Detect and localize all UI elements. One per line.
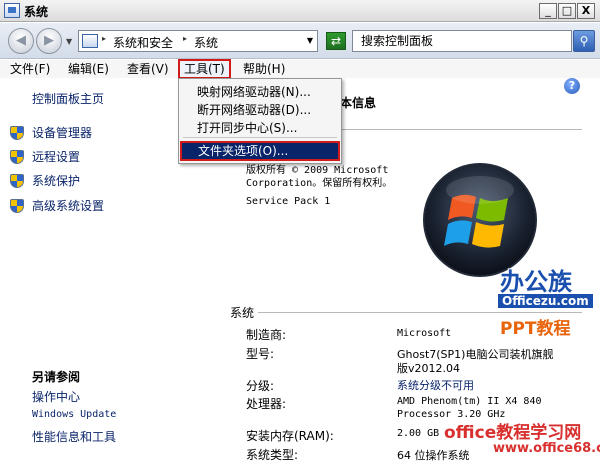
see-also-action-center[interactable]: 操作中心: [32, 388, 80, 405]
processor-value-line1: AMD Phenom(tm) II X4 840: [397, 396, 542, 407]
manufacturer-value: Microsoft: [397, 328, 452, 339]
navigation-bar: ◀ ▶ ▼ ▸ 系统和安全 ▸ 系统 ▼ ⇄ ⚲: [0, 23, 600, 59]
address-bar[interactable]: ▸ 系统和安全 ▸ 系统 ▼: [78, 30, 318, 52]
tools-dropdown-menu: 映射网络驱动器(N)... 断开网络驱动器(D)... 打开同步中心(S)...…: [178, 78, 342, 164]
model-label: 型号:: [246, 347, 275, 361]
divider: [342, 129, 582, 130]
control-panel-icon: [82, 34, 98, 48]
breadcrumb-separator-icon[interactable]: ▸: [183, 34, 187, 43]
search-icon[interactable]: ⚲: [573, 30, 595, 52]
menu-item-sync-center[interactable]: 打开同步中心(S)...: [197, 119, 297, 136]
watermark-site: office教程学习网: [444, 423, 582, 443]
sidebar-item-device-manager[interactable]: 设备管理器: [10, 124, 92, 142]
forward-button[interactable]: ▶: [36, 28, 62, 54]
sidebar-item-label: 系统保护: [32, 174, 81, 188]
system-section-label: 系统: [230, 306, 255, 320]
service-pack-text: Service Pack 1: [246, 196, 331, 207]
menu-item-folder-options[interactable]: 文件夹选项(O)...: [180, 141, 340, 161]
model-value-line2: 版v2012.04: [397, 362, 460, 375]
window-title: 系统: [24, 5, 49, 19]
watermark-domain: Officezu.com: [498, 294, 593, 308]
menu-tools[interactable]: 工具(T): [178, 59, 231, 79]
sidebar-item-advanced-settings[interactable]: 高级系统设置: [10, 197, 104, 215]
processor-label: 处理器:: [246, 397, 287, 411]
menu-view[interactable]: 查看(V): [127, 61, 169, 77]
help-icon[interactable]: ?: [564, 78, 580, 94]
system-type-label: 系统类型:: [246, 448, 299, 462]
watermark-url: www.office68.com: [493, 441, 600, 456]
sidebar-item-label: 远程设置: [32, 150, 81, 164]
minimize-button[interactable]: _: [539, 3, 557, 19]
rating-link[interactable]: 系统分级不可用: [397, 377, 474, 393]
back-button[interactable]: ◀: [8, 28, 34, 54]
manufacturer-label: 制造商:: [246, 328, 287, 342]
see-also-windows-update[interactable]: Windows Update: [32, 409, 116, 420]
sidebar-item-remote-settings[interactable]: 远程设置: [10, 148, 80, 166]
search-input[interactable]: [353, 31, 571, 51]
shield-icon: [10, 149, 24, 164]
menu-bar: 文件(F) 编辑(E) 查看(V) 工具(T) 帮助(H): [0, 59, 600, 79]
breadcrumb-system[interactable]: 系统: [194, 34, 218, 51]
ram-label: 安装内存(RAM):: [246, 429, 334, 443]
history-dropdown-arrow[interactable]: ▼: [66, 37, 72, 46]
menu-help[interactable]: 帮助(H): [243, 61, 285, 77]
system-app-icon: [4, 3, 20, 18]
rating-label: 分级:: [246, 379, 275, 393]
breadcrumb-separator-icon[interactable]: ▸: [102, 34, 106, 43]
sidebar-item-system-protection[interactable]: 系统保护: [10, 172, 80, 190]
control-panel-home-link[interactable]: 控制面板主页: [32, 90, 104, 107]
basic-info-heading: 本信息: [340, 96, 377, 110]
sidebar-item-label: 设备管理器: [32, 126, 93, 140]
shield-icon: [10, 125, 24, 140]
system-type-value: 64 位操作系统: [397, 449, 470, 462]
search-box[interactable]: [352, 30, 572, 52]
menu-item-map-drive[interactable]: 映射网络驱动器(N)...: [197, 83, 311, 100]
divider: [258, 312, 582, 313]
watermark-ppt: PPT教程: [500, 319, 571, 339]
menu-file[interactable]: 文件(F): [10, 61, 50, 77]
copyright-text: 版权所有 © 2009 Microsoft Corporation。保留所有权利…: [246, 165, 393, 189]
see-also-performance-tools[interactable]: 性能信息和工具: [32, 428, 116, 445]
shield-icon: [10, 173, 24, 188]
menu-separator: [183, 137, 337, 138]
breadcrumb-system-security[interactable]: 系统和安全: [113, 34, 173, 51]
maximize-button[interactable]: □: [558, 3, 576, 19]
refresh-button[interactable]: ⇄: [326, 32, 346, 50]
shield-icon: [10, 198, 24, 213]
ram-value: 2.00 GB: [397, 428, 440, 439]
watermark-brand: 办公族: [500, 268, 572, 296]
close-button[interactable]: X: [577, 3, 595, 19]
title-bar: 系统 _ □ X: [0, 0, 600, 22]
sidebar-item-label: 高级系统设置: [32, 199, 105, 213]
address-dropdown-icon[interactable]: ▼: [307, 36, 313, 45]
menu-item-disconnect-drive[interactable]: 断开网络驱动器(D)...: [197, 101, 311, 118]
see-also-heading: 另请参阅: [32, 370, 81, 384]
menu-edit[interactable]: 编辑(E): [68, 61, 109, 77]
